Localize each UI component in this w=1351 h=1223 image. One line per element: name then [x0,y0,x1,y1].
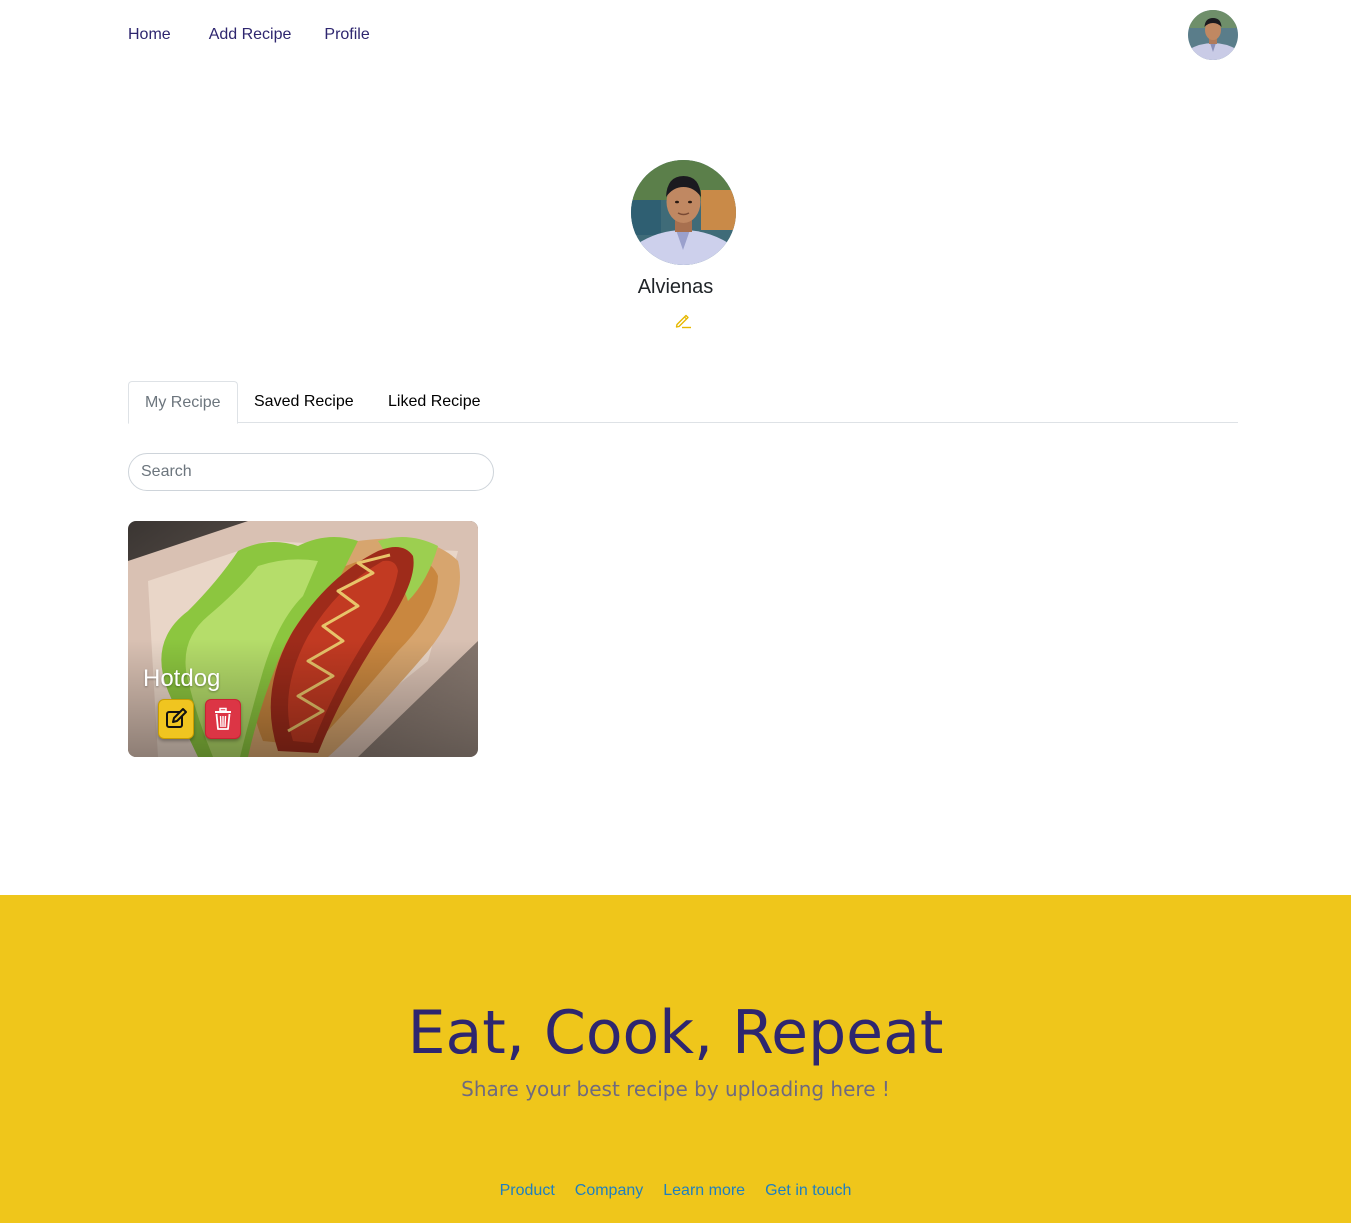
tab-saved-recipe[interactable]: Saved Recipe [238,381,370,423]
edit-recipe-button[interactable] [158,699,194,739]
footer-link-company[interactable]: Company [575,1182,643,1200]
search-input[interactable] [128,453,494,491]
tab-my-recipe[interactable]: My Recipe [128,381,238,424]
nav-link-home[interactable]: Home [128,26,171,44]
footer-links: Product Company Learn more Get in touch [0,1182,1351,1200]
nav-link-profile[interactable]: Profile [324,26,369,44]
trash-icon [215,707,231,730]
recipe-card[interactable]: Hotdog [128,521,478,757]
recipe-tabs: My Recipe Saved Recipe Liked Recipe [128,381,1238,424]
footer-link-learn-more[interactable]: Learn more [663,1182,745,1200]
nav-link-add-recipe[interactable]: Add Recipe [209,26,292,44]
user-avatar-image [1188,10,1238,60]
recipe-title: Hotdog [143,665,221,692]
profile-avatar [631,160,736,265]
footer-link-get-in-touch[interactable]: Get in touch [765,1182,851,1200]
nav-avatar[interactable] [1188,10,1238,60]
edit-profile-pencil-icon[interactable] [673,310,693,330]
footer-link-product[interactable]: Product [500,1182,555,1200]
navbar: Home Add Recipe Profile [0,0,1351,72]
profile-photo-image [631,160,736,265]
footer-subtitle: Share your best recipe by uploading here… [461,1077,890,1101]
delete-recipe-button[interactable] [205,699,241,739]
footer-title: Eat, Cook, Repeat [407,998,944,1068]
tab-liked-recipe[interactable]: Liked Recipe [372,381,497,423]
edit-icon [166,708,187,728]
nav-links: Home Add Recipe Profile [128,26,370,44]
profile-name: Alvienas [637,276,714,298]
footer: Eat, Cook, Repeat Share your best recipe… [0,895,1351,1223]
